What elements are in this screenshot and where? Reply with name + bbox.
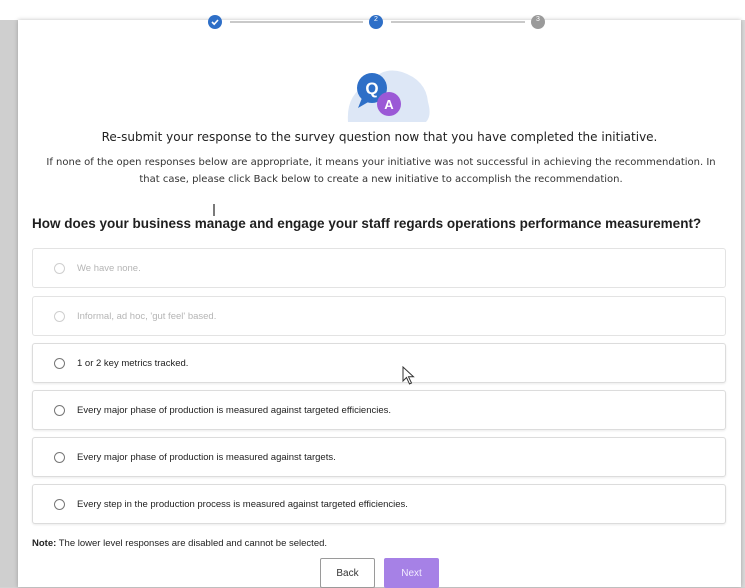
radio-button xyxy=(54,310,65,322)
step-1-completed xyxy=(208,15,222,29)
option-major-phase-targets[interactable]: Every major phase of production is measu… xyxy=(32,437,726,477)
a-letter: A xyxy=(384,97,394,112)
option-label: 1 or 2 key metrics tracked. xyxy=(77,357,189,369)
note-text: Note: The lower level responses are disa… xyxy=(32,538,327,549)
next-button[interactable]: Next xyxy=(384,558,439,588)
option-every-step-efficiencies[interactable]: Every step in the production process is … xyxy=(32,484,726,524)
stepper-connector xyxy=(230,21,363,23)
option-we-have-none: We have none. xyxy=(32,248,726,288)
q-letter: Q xyxy=(365,79,378,98)
survey-question: How does your business manage and engage… xyxy=(32,216,702,231)
check-icon xyxy=(211,19,219,26)
left-background xyxy=(0,20,18,587)
step-number: 2 xyxy=(374,16,378,23)
option-label: Informal, ad hoc, 'gut feel' based. xyxy=(77,310,217,322)
mouse-pointer-icon xyxy=(402,366,415,385)
step-number: 3 xyxy=(536,16,540,23)
instructions-text: If none of the open responses below are … xyxy=(46,157,716,185)
back-button[interactable]: Back xyxy=(320,558,375,588)
page-heading: Re-submit your response to the survey qu… xyxy=(101,130,658,144)
option-label: Every step in the production process is … xyxy=(77,498,408,510)
radio-button[interactable] xyxy=(54,357,65,369)
option-key-metrics[interactable]: 1 or 2 key metrics tracked. xyxy=(32,343,726,383)
note-body: The lower level responses are disabled a… xyxy=(56,538,328,549)
qa-illustration: Q A xyxy=(347,70,430,122)
survey-card: 2 3 Q A Re-submit your response to the s… xyxy=(18,15,741,588)
note-prefix: Note: xyxy=(32,538,57,549)
step-2-current: 2 xyxy=(369,15,383,29)
option-informal: Informal, ad hoc, 'gut feel' based. xyxy=(32,296,726,336)
option-label: Every major phase of production is measu… xyxy=(77,451,336,463)
right-background xyxy=(741,20,745,587)
text-cursor-icon xyxy=(213,204,215,216)
radio-button[interactable] xyxy=(54,404,65,416)
option-label: We have none. xyxy=(77,262,141,274)
stepper-connector xyxy=(391,21,525,23)
radio-button xyxy=(54,262,65,274)
option-label: Every major phase of production is measu… xyxy=(77,404,392,416)
radio-button[interactable] xyxy=(54,451,65,463)
step-3-upcoming: 3 xyxy=(531,15,545,29)
option-major-phase-efficiencies[interactable]: Every major phase of production is measu… xyxy=(32,390,726,430)
radio-button[interactable] xyxy=(54,498,65,510)
